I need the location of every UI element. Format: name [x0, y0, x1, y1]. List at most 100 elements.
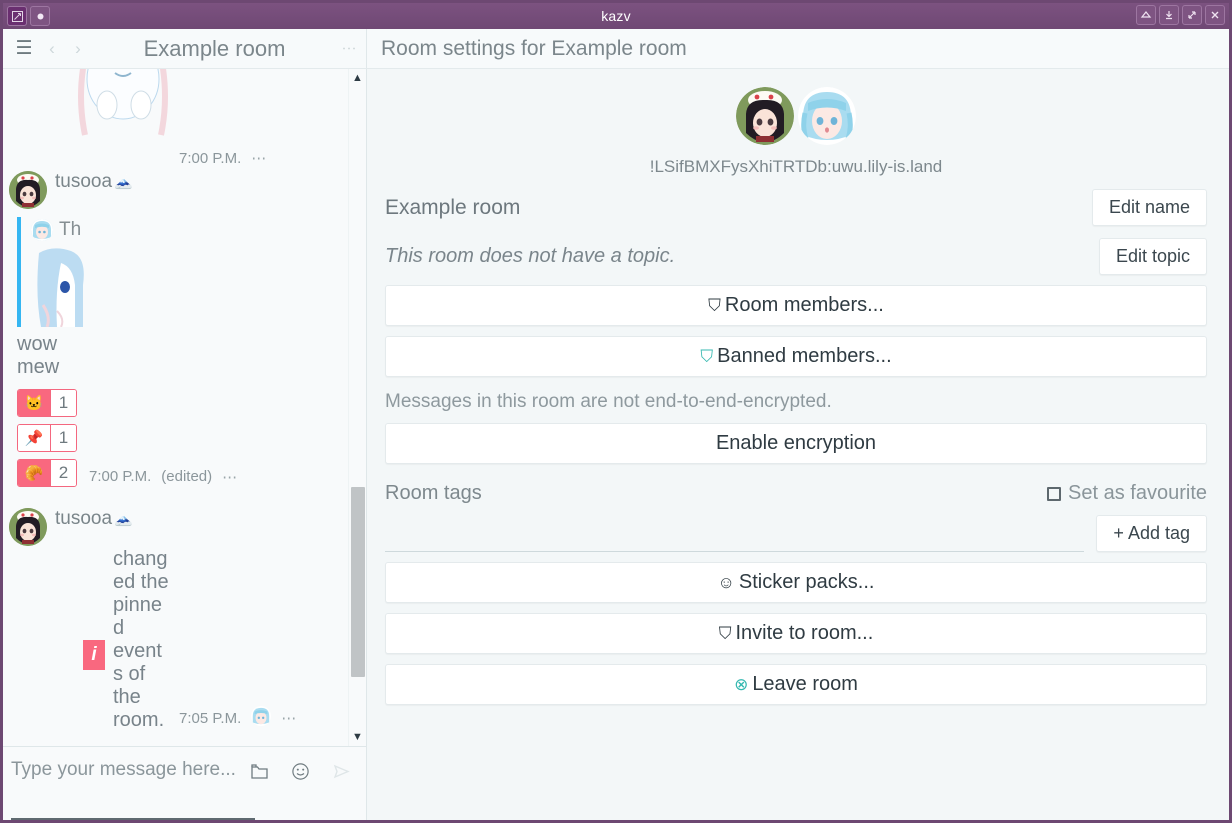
banned-members-label: Banned members... — [717, 345, 892, 367]
app-body: 7:00 P.M. ⋯ tusooa 🗻 Th wow mew 🐱 1 📌 1 … — [3, 69, 1229, 820]
message-image-clipped — [3, 69, 344, 149]
cat-face-icon: 🐱 — [18, 390, 50, 416]
message-timeline[interactable]: 7:00 P.M. ⋯ tusooa 🗻 Th wow mew 🐱 1 📌 1 … — [3, 69, 348, 746]
app-toolbar: ☰ ‹ › Example room ⋮ Room settings for E… — [3, 29, 1229, 69]
list-item[interactable]: tusooa 🗻 — [3, 167, 344, 211]
read-receipt-avatar[interactable] — [251, 706, 272, 730]
reaction-count: 1 — [50, 425, 76, 451]
message-sender[interactable]: tusooa 🗻 — [55, 508, 338, 531]
tag-input[interactable] — [385, 518, 1085, 552]
sticker-packs-button[interactable]: ☺ Sticker packs... — [385, 562, 1207, 603]
room-members-button[interactable]: ⛉ Room members... — [385, 285, 1207, 326]
room-topic: This room does not have a topic. — [385, 245, 676, 267]
overflow-menu-icon[interactable]: ⋮ — [338, 34, 360, 64]
message-options-icon[interactable]: ⋯ — [281, 709, 297, 727]
composer-focus-underline — [11, 818, 255, 820]
shade-button[interactable] — [1136, 5, 1156, 25]
mountain-icon: 🗻 — [114, 510, 133, 528]
invite-to-room-button[interactable]: ⛉ Invite to room... — [385, 613, 1207, 654]
room-topic-row: This room does not have a topic. Edit to… — [385, 238, 1207, 275]
quoted-reply[interactable]: Th — [17, 217, 237, 327]
room-members-label: Room members... — [724, 294, 884, 316]
titlebar-left-buttons — [5, 6, 50, 26]
window-menu-button[interactable] — [7, 6, 27, 26]
attached-image[interactable] — [63, 69, 183, 147]
croissant-icon: 🥐 — [18, 460, 50, 486]
message-timestamp: 7:00 P.M. — [179, 149, 242, 167]
list-item[interactable]: 7:00 P.M. ⋯ — [3, 69, 344, 167]
message-timestamp: 7:00 P.M. — [89, 468, 152, 485]
smiley-icon: ☺ — [717, 573, 735, 592]
set-favourite-checkbox[interactable]: Set as favourite — [1047, 482, 1207, 505]
timeline-scrollbar[interactable]: ▲ ▼ — [348, 69, 366, 746]
message-options-icon[interactable]: ⋯ — [222, 468, 238, 486]
avatar[interactable] — [9, 171, 47, 209]
reaction-count: 1 — [50, 390, 76, 416]
edit-name-button[interactable]: Edit name — [1091, 189, 1207, 226]
window-title: kazv — [601, 8, 631, 24]
encryption-note: Messages in this room are not end-to-end… — [385, 391, 832, 412]
info-badge: i — [83, 640, 105, 670]
window-titlebar: kazv — [3, 3, 1229, 29]
room-tags-label: Room tags — [385, 482, 482, 504]
minimize-button[interactable] — [1159, 5, 1179, 25]
sticker-packs-label: Sticker packs... — [738, 571, 875, 593]
message-body: tusooa 🗻 — [55, 508, 338, 546]
message-input[interactable]: Type your message here... — [11, 759, 251, 782]
room-id: !LSifBMXFysXhiTRTDb:uwu.lily-is.land — [649, 157, 943, 176]
avatar[interactable] — [736, 87, 794, 145]
banned-members-button[interactable]: ⛉ Banned members... — [385, 336, 1207, 377]
window-sticky-button[interactable] — [30, 6, 50, 26]
message-sender[interactable]: tusooa 🗻 — [55, 171, 338, 194]
person-icon: ⛉ — [708, 296, 721, 315]
pushpin-icon: 📌 — [18, 425, 50, 451]
maximize-button[interactable] — [1182, 5, 1202, 25]
table-row: 🥐 2 7:00 P.M. (edited) ⋯ — [17, 459, 344, 494]
state-event-text: changed the pinned events of the room. — [113, 548, 169, 731]
back-icon[interactable]: ‹ — [39, 34, 65, 64]
message-line: mew — [17, 356, 60, 378]
reaction-chip[interactable]: 📌 1 — [17, 424, 77, 452]
set-favourite-label: Set as favourite — [1068, 482, 1207, 504]
app-window: kazv ☰ ‹ › Example room ⋮ Room settings … — [0, 0, 1232, 823]
emoji-icon[interactable] — [292, 763, 309, 783]
list-item[interactable]: tusooa 🗻 — [3, 504, 344, 548]
reaction-chip[interactable]: 🐱 1 — [17, 389, 77, 417]
message-line: wow — [17, 333, 58, 355]
settings-actions: ⛉ Room members... ⛉ Banned members... — [385, 285, 1207, 377]
avatar[interactable] — [9, 508, 47, 546]
send-icon[interactable] — [333, 764, 350, 782]
person-add-icon: ⛉ — [718, 624, 732, 643]
leave-room-button[interactable]: ⊗ Leave room — [385, 664, 1207, 705]
state-event-message: i changed the pinned events of the room. — [3, 548, 344, 732]
scroll-up-icon[interactable]: ▲ — [349, 69, 367, 87]
table-row: 🐱 1 — [17, 389, 344, 424]
scroll-down-icon[interactable]: ▼ — [349, 728, 367, 746]
leave-room-label: Leave room — [752, 673, 858, 695]
toolbar-left: ☰ ‹ › Example room ⋮ — [3, 29, 367, 68]
scrollbar-thumb[interactable] — [351, 487, 365, 677]
sender-name: tusooa — [55, 508, 113, 529]
reaction-list: 🐱 1 📌 1 🥐 2 7:00 P.M. (edited) ⋯ — [3, 389, 344, 494]
avatar[interactable] — [798, 87, 856, 145]
edit-topic-button[interactable]: Edit topic — [1098, 238, 1207, 275]
scrollbar-track[interactable] — [349, 87, 366, 728]
composer-icons — [251, 759, 358, 783]
quote-image[interactable] — [31, 245, 101, 327]
reaction-chip[interactable]: 🥐 2 — [17, 459, 77, 487]
page-title: Example room — [143, 35, 286, 61]
checkbox-icon[interactable] — [1047, 486, 1062, 501]
table-row: 📌 1 — [17, 424, 344, 459]
timeline-wrapper: 7:00 P.M. ⋯ tusooa 🗻 Th wow mew 🐱 1 📌 1 … — [3, 69, 366, 746]
quote-text: Th — [59, 219, 82, 240]
add-tag-row: + Add tag — [385, 515, 1207, 552]
enable-encryption-button[interactable]: Enable encryption — [385, 423, 1207, 464]
add-tag-button[interactable]: + Add tag — [1096, 515, 1207, 552]
forward-icon[interactable]: › — [65, 34, 91, 64]
menu-icon[interactable]: ☰ — [9, 34, 39, 64]
attach-file-icon[interactable] — [251, 764, 268, 782]
reaction-count: 2 — [50, 460, 76, 486]
close-button[interactable] — [1205, 5, 1225, 25]
message-meta: 7:00 P.M. ⋯ — [3, 149, 344, 168]
message-options-icon[interactable]: ⋯ — [251, 149, 267, 167]
